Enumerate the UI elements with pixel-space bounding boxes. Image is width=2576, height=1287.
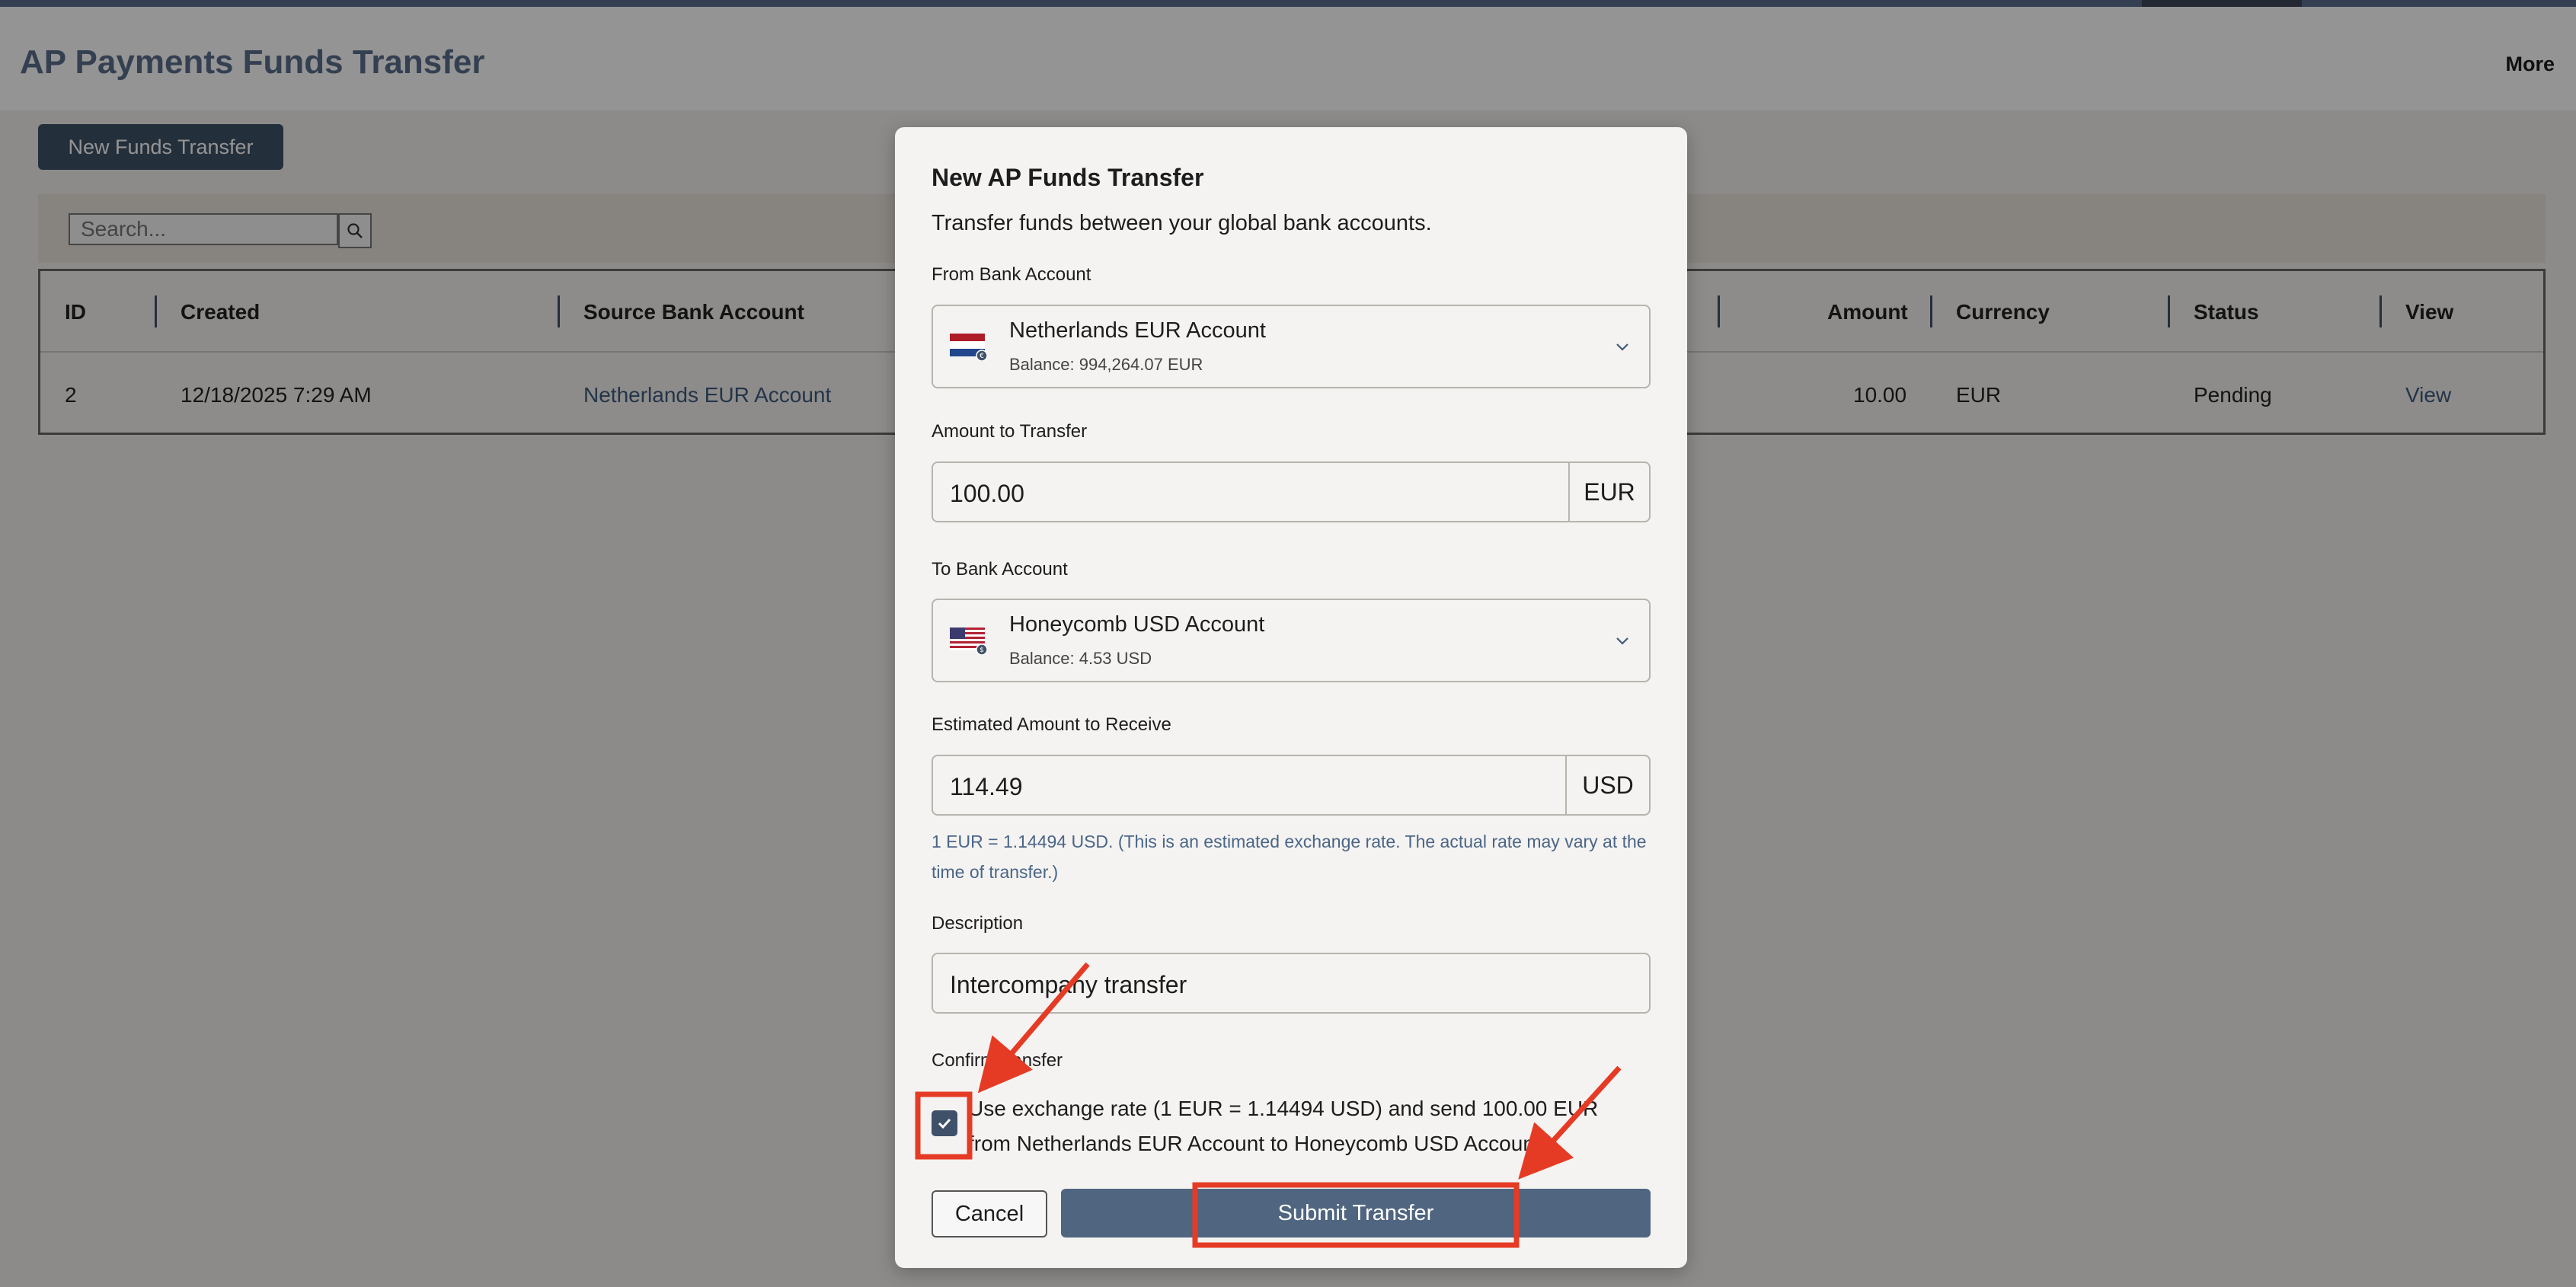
chevron-down-icon — [1616, 637, 1628, 645]
confirm-checkbox[interactable] — [932, 1110, 957, 1136]
cancel-button[interactable]: Cancel — [932, 1190, 1047, 1238]
confirm-transfer-label: Confirm transfer — [932, 1050, 1063, 1071]
to-account-balance: Balance: 4.53 USD — [1009, 649, 1152, 668]
chevron-down-icon — [1616, 343, 1628, 351]
to-account-select[interactable]: $ Honeycomb USD Account Balance: 4.53 US… — [932, 599, 1651, 682]
from-account-balance: Balance: 994,264.07 EUR — [1009, 355, 1203, 374]
dialog-title: New AP Funds Transfer — [932, 164, 1204, 191]
estimated-amount-value: 114.49 — [950, 773, 1023, 800]
from-account-label: From Bank Account — [932, 264, 1091, 285]
from-account-select[interactable]: € Netherlands EUR Account Balance: 994,2… — [932, 305, 1651, 388]
estimated-amount-input: 114.49 USD — [932, 755, 1651, 816]
dialog-subtitle: Transfer funds between your global bank … — [932, 211, 1432, 235]
svg-text:€: € — [980, 353, 984, 360]
amount-currency-addon: EUR — [1568, 463, 1649, 521]
exchange-rate-note: 1 EUR = 1.14494 USD. (This is an estimat… — [932, 832, 1647, 882]
to-account-name: Honeycomb USD Account — [1009, 612, 1265, 637]
checkmark-icon — [938, 1118, 951, 1129]
description-label: Description — [932, 913, 1024, 934]
confirm-checkbox-label[interactable]: Use exchange rate (1 EUR = 1.14494 USD) … — [968, 1091, 1623, 1161]
estimated-amount-label: Estimated Amount to Receive — [932, 714, 1171, 735]
description-value: Intercompany transfer — [950, 971, 1187, 998]
from-account-name: Netherlands EUR Account — [1009, 318, 1266, 343]
amount-value: 100.00 — [950, 480, 1024, 507]
estimated-currency-addon: USD — [1565, 756, 1649, 814]
new-transfer-dialog: New AP Funds Transfer Transfer funds bet… — [895, 127, 1687, 1268]
submit-transfer-button[interactable]: Submit Transfer — [1061, 1189, 1651, 1238]
to-account-label: To Bank Account — [932, 559, 1068, 580]
description-input[interactable]: Intercompany transfer — [932, 953, 1651, 1014]
svg-text:$: $ — [980, 647, 984, 654]
netherlands-flag-icon: € — [950, 334, 988, 361]
amount-label: Amount to Transfer — [932, 421, 1088, 442]
amount-input[interactable]: 100.00 EUR — [932, 461, 1651, 522]
us-flag-icon: $ — [950, 628, 988, 655]
